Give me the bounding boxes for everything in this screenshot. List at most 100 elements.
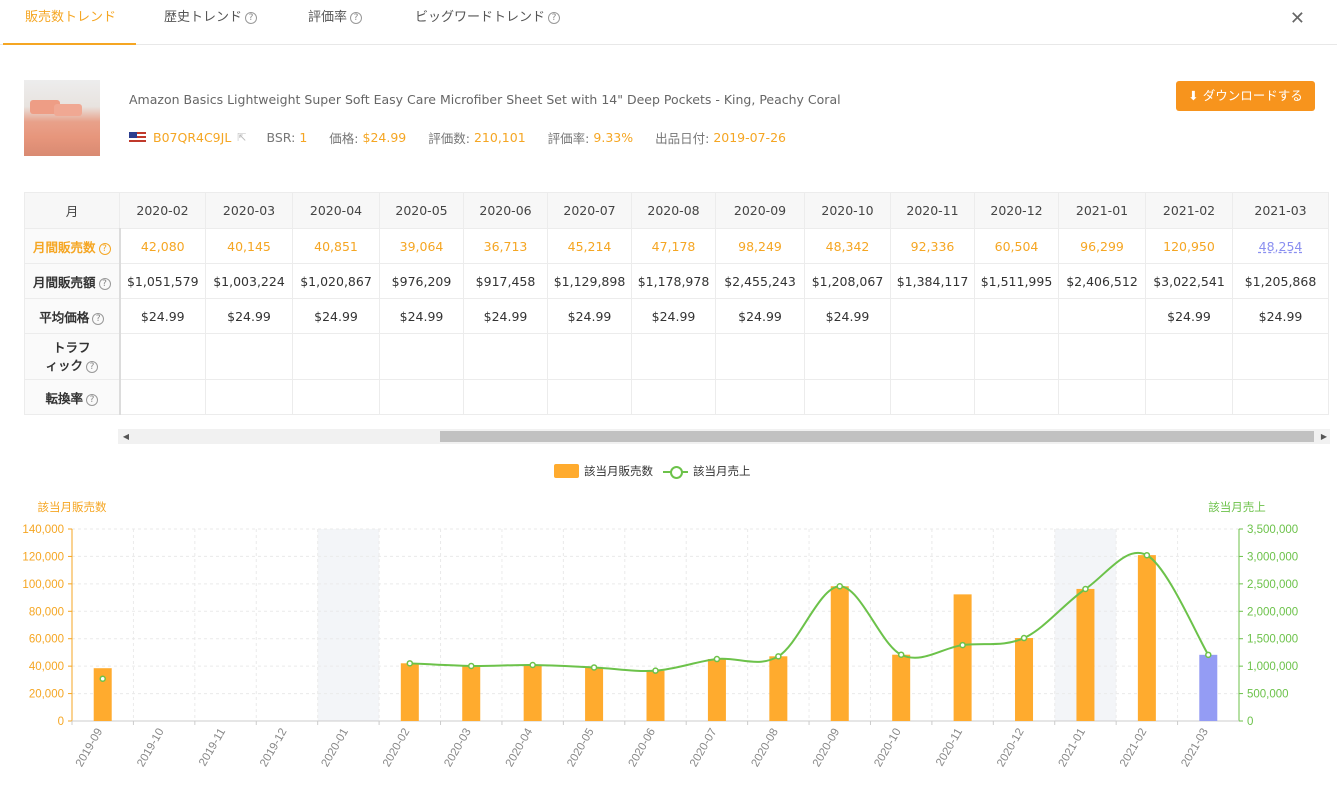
table-cell: 96,299 xyxy=(1058,228,1146,264)
table-cell xyxy=(379,379,464,415)
line-point-2021-02[interactable] xyxy=(1143,551,1151,559)
bar-2020-04[interactable] xyxy=(523,664,542,721)
tab-sales-trend[interactable]: 販売数トレンド xyxy=(3,0,136,45)
table-cell: $1,205,868 xyxy=(1232,263,1329,299)
line-point-2021-01[interactable] xyxy=(1082,585,1089,593)
x-tick-label: 2019-09 xyxy=(74,727,106,770)
scroll-right-icon[interactable]: ▶ xyxy=(1318,429,1330,444)
table-cell xyxy=(715,333,805,380)
bar-2020-07[interactable] xyxy=(707,658,726,721)
bar-2021-03[interactable] xyxy=(1199,654,1218,721)
help-icon[interactable]: ? xyxy=(86,360,98,373)
table-cell: $24.99 xyxy=(547,298,632,334)
help-icon[interactable]: ? xyxy=(98,242,111,255)
help-icon[interactable]: ? xyxy=(548,12,561,24)
y-tick-label: 0 xyxy=(58,716,64,728)
current-month-sales[interactable]: 48,254 xyxy=(1259,239,1303,254)
tab-label: 歴史トレンド xyxy=(164,10,243,25)
product-meta: B07QR4C9JL ⇱ BSR: 1 価格: $24.99 評価数: 210,101… xyxy=(129,128,808,147)
bar-2020-03[interactable] xyxy=(462,665,481,721)
table-cell: 36,713 xyxy=(463,228,548,264)
table-cell: 47,178 xyxy=(631,228,716,264)
bar-2020-05[interactable] xyxy=(585,667,604,721)
tab-big-word-trend[interactable]: ビッグワードトレンド? xyxy=(415,0,561,45)
line-point-2020-07[interactable] xyxy=(713,655,721,663)
x-tick-label: 2021-03 xyxy=(1179,727,1211,770)
bar-2021-01[interactable] xyxy=(1076,588,1095,721)
y2-tick-label: 1,500,000 xyxy=(1247,634,1298,646)
help-icon[interactable]: ? xyxy=(92,312,105,325)
table-cell: 98,249 xyxy=(715,228,805,264)
legend-line-label[interactable]: 該当月売上 xyxy=(693,463,751,479)
line-point-2020-12[interactable] xyxy=(1020,634,1028,642)
table-cell xyxy=(119,379,206,415)
external-link-icon[interactable]: ⇱ xyxy=(237,131,246,144)
table-cell xyxy=(547,379,632,415)
bar-2020-10[interactable] xyxy=(892,654,911,721)
line-point-2020-10[interactable] xyxy=(897,651,905,658)
table-cell: $976,209 xyxy=(379,263,464,299)
chart-legend: 該当月販売数 該当月売上 xyxy=(554,463,751,479)
asin-link[interactable]: B07QR4C9JL xyxy=(153,130,231,145)
line-point-2020-06[interactable] xyxy=(652,667,659,674)
table-horizontal-scrollbar[interactable]: ◀ ▶ xyxy=(118,429,1330,444)
help-icon[interactable]: ? xyxy=(350,12,363,24)
y2-tick-label: 500,000 xyxy=(1247,689,1289,701)
line-point-2021-03[interactable] xyxy=(1205,651,1212,659)
month-col: 2020-06 xyxy=(463,192,548,229)
scroll-left-icon[interactable]: ◀ xyxy=(120,429,132,444)
bar-2020-11[interactable] xyxy=(953,594,972,721)
table-cell xyxy=(1145,379,1233,415)
close-icon[interactable]: ✕ xyxy=(1290,8,1305,29)
bar-2020-02[interactable] xyxy=(400,663,419,721)
line-point-2020-08[interactable] xyxy=(775,653,782,660)
line-point-2020-03[interactable] xyxy=(467,662,475,670)
table-cell: $3,022,541 xyxy=(1145,263,1233,299)
legend-bar-label[interactable]: 該当月販売数 xyxy=(584,463,653,479)
legend-bar-swatch[interactable] xyxy=(554,464,579,478)
download-button[interactable]: ⬇ ダウンロードする xyxy=(1176,81,1315,111)
help-icon[interactable]: ? xyxy=(86,393,98,406)
tab-history-trend[interactable]: 歴史トレンド? xyxy=(164,0,258,45)
help-icon[interactable]: ? xyxy=(98,277,111,290)
bar-2021-02[interactable] xyxy=(1137,555,1156,721)
y-tick-label: 80,000 xyxy=(29,606,64,618)
y2-tick-label: 2,000,000 xyxy=(1247,606,1298,618)
table-cell xyxy=(804,379,891,415)
bar-2020-06[interactable] xyxy=(646,670,665,721)
bar-2020-08[interactable] xyxy=(769,656,788,721)
bar-2020-12[interactable] xyxy=(1015,638,1034,721)
month-col: 2020-12 xyxy=(974,192,1059,229)
line-point-2020-05[interactable] xyxy=(590,664,598,671)
line-point-2020-11[interactable] xyxy=(959,641,966,649)
line-point-2020-04[interactable] xyxy=(529,661,536,669)
line-point-2020-09[interactable] xyxy=(836,583,844,590)
month-col: 2021-01 xyxy=(1058,192,1146,229)
table-cell: $917,458 xyxy=(463,263,548,299)
month-header: 月 xyxy=(24,192,120,229)
table-cell: $1,020,867 xyxy=(292,263,380,299)
bsr-label: BSR: xyxy=(266,130,296,145)
help-icon[interactable]: ? xyxy=(245,12,258,24)
y-tick-label: 120,000 xyxy=(22,551,64,563)
row-header: トラフ ィック? xyxy=(24,333,121,380)
line-point-2020-02[interactable] xyxy=(406,660,414,667)
table-cell xyxy=(631,379,716,415)
x-tick-label: 2020-08 xyxy=(749,727,781,770)
table-cell: $24.99 xyxy=(463,298,548,334)
tab-label: ビッグワードトレンド xyxy=(415,10,546,25)
table-cell: $24.99 xyxy=(715,298,805,334)
table-cell: $24.99 xyxy=(205,298,293,334)
row-label: 月間販売数 xyxy=(32,239,96,255)
tab-rating-rate[interactable]: 評価率? xyxy=(308,0,363,45)
line-point-2019-09[interactable] xyxy=(99,675,106,683)
x-tick-label: 2020-02 xyxy=(381,727,413,770)
table-cell xyxy=(379,333,464,380)
scrollbar-thumb[interactable] xyxy=(440,431,1314,442)
legend-line-swatch[interactable] xyxy=(663,464,688,479)
bar-2020-09[interactable] xyxy=(830,586,849,721)
table-cell xyxy=(974,298,1059,334)
sales-chart: 0 0 20,000 500,000 40,000 1,000,000 60,000 1,50… xyxy=(22,500,1298,770)
x-tick-label: 2021-02 xyxy=(1118,727,1150,770)
x-tick-label: 2020-07 xyxy=(688,727,720,770)
